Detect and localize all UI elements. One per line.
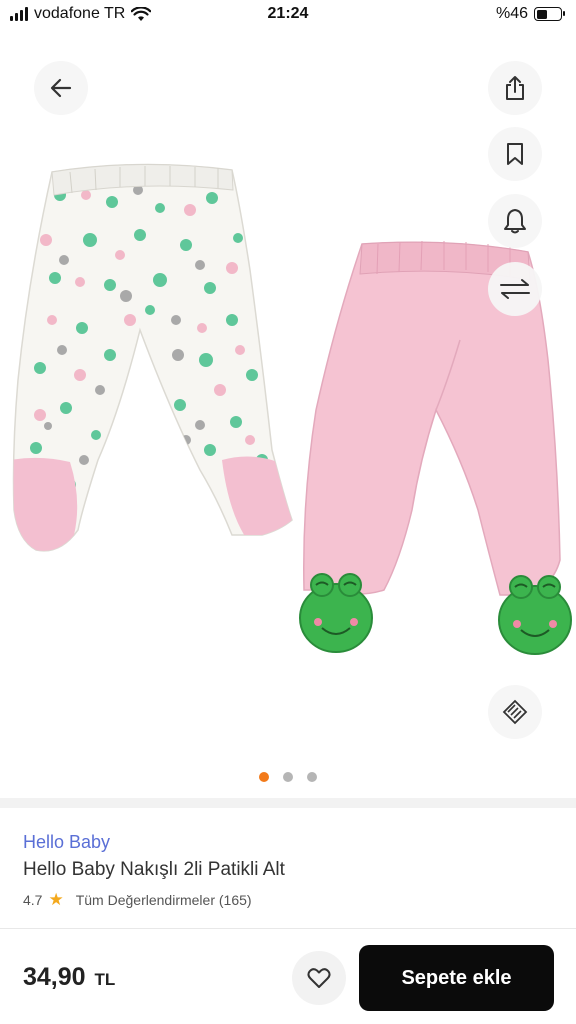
size-chart-button[interactable] [488, 685, 542, 739]
battery-percent: %46 [495, 5, 528, 22]
gallery-dot[interactable] [307, 772, 317, 782]
battery-icon [534, 7, 565, 21]
reviews-link[interactable]: Tüm Değerlendirmeler (165) [76, 892, 252, 908]
gallery-dot[interactable] [283, 772, 293, 782]
bookmark-button[interactable] [488, 127, 542, 181]
gallery-pagination [0, 772, 576, 782]
star-icon: ★ [48, 890, 64, 909]
bell-icon [504, 209, 526, 234]
price-currency: TL [94, 970, 116, 989]
frog-applique-left [299, 573, 373, 653]
bookmark-icon [507, 143, 523, 165]
bottom-bar: 34,90 TL Sepete ekle [0, 928, 576, 1024]
product-gallery[interactable] [0, 30, 576, 798]
notify-button[interactable] [488, 194, 542, 248]
price: 34,90 TL [23, 963, 115, 992]
frog-applique-right [498, 575, 572, 655]
status-bar: vodafone TR 21:24 %46 [0, 0, 576, 30]
add-to-cart-button[interactable]: Sepete ekle [359, 945, 554, 1011]
rating-value: 4.7 [23, 891, 43, 908]
product-info: Hello Baby Hello Baby Nakışlı 2li Patikl… [23, 820, 556, 908]
share-icon [506, 76, 524, 100]
back-button[interactable] [34, 61, 88, 115]
brand-link[interactable]: Hello Baby [23, 832, 556, 853]
gallery-dot[interactable] [259, 772, 269, 782]
heart-icon [307, 968, 331, 988]
share-button[interactable] [488, 61, 542, 115]
battery-fill [536, 9, 548, 19]
status-right: %46 [495, 5, 565, 23]
product-title: Hello Baby Nakışlı 2li Patikli Alt [23, 859, 285, 880]
ruler-icon [502, 699, 528, 725]
rating-row[interactable]: 4.7 ★ Tüm Değerlendirmeler (165) [23, 891, 556, 908]
compare-button[interactable] [488, 262, 542, 316]
price-value: 34,90 [23, 963, 86, 991]
status-time: 21:24 [267, 5, 309, 22]
arrow-left-icon [50, 78, 72, 98]
section-divider [0, 798, 576, 808]
favorite-button[interactable] [292, 951, 346, 1005]
swap-arrows-icon [500, 279, 530, 299]
